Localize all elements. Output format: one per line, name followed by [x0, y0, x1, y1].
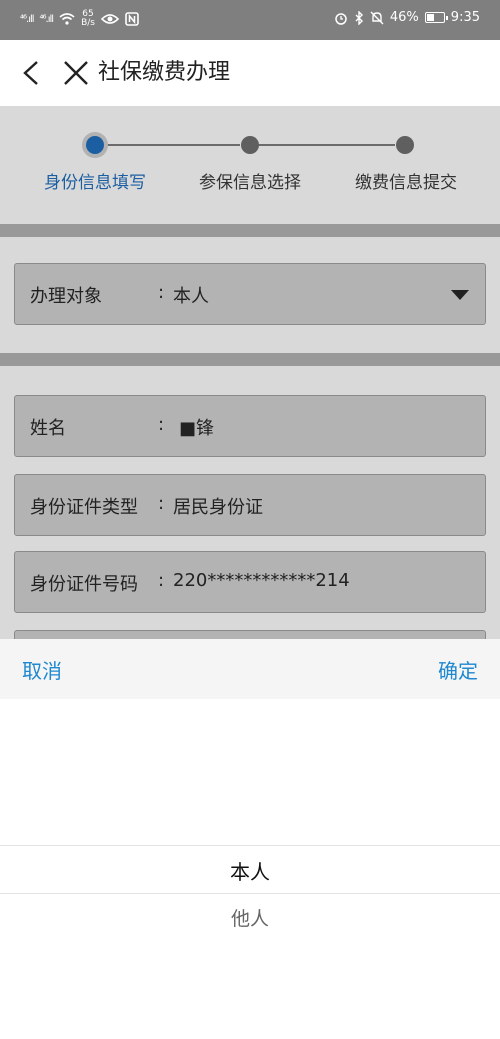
selection-line-top — [0, 845, 500, 846]
colon: : — [158, 570, 165, 591]
cancel-button[interactable]: 取消 — [22, 655, 62, 684]
colon: : — [158, 282, 165, 303]
page-title: 社保缴费办理 — [98, 60, 231, 85]
name-field[interactable]: 姓名 : ■锋 — [14, 395, 486, 457]
confirm-button[interactable]: 确定 — [438, 655, 478, 684]
id-type-field[interactable]: 身份证件类型 : 居民身份证 — [14, 474, 486, 536]
step-connector — [258, 144, 395, 146]
step-dot-1 — [86, 136, 104, 154]
target-label: 办理对象 — [30, 286, 102, 307]
picker-toolbar: 取消 确定 — [0, 639, 500, 699]
picker-option-other[interactable]: 他人 — [0, 904, 500, 931]
mute-bell-icon — [370, 11, 384, 24]
step-progress: 身份信息填写 参保信息选择 缴费信息提交 — [0, 106, 500, 224]
battery-icon — [424, 12, 448, 23]
divider — [0, 224, 500, 237]
signal-icon: ⁴⁶.ıll — [20, 13, 34, 25]
selection-line-bottom — [0, 893, 500, 894]
divider — [0, 353, 500, 366]
wifi-icon — [59, 13, 75, 25]
network-speed: 65 B/s — [81, 9, 95, 28]
step-label-identity: 身份信息填写 — [44, 173, 146, 193]
step-dot-2 — [241, 136, 259, 154]
caret-down-icon — [451, 290, 469, 300]
battery-percent: 46% — [389, 10, 419, 25]
clock: 9:35 — [450, 10, 480, 25]
id-number-label: 身份证件号码 — [30, 574, 138, 595]
next-field-partial[interactable] — [14, 630, 486, 639]
main-content-dimmed: 身份信息填写 参保信息选择 缴费信息提交 办理对象 : 本人 姓名 : ■锋 身… — [0, 106, 500, 639]
name-value: ■锋 — [179, 418, 215, 439]
id-number-field[interactable]: 身份证件号码 : 220************214 — [14, 551, 486, 613]
id-number-value: 220************214 — [173, 570, 350, 591]
target-select[interactable]: 办理对象 : 本人 — [14, 263, 486, 325]
signal-icon-2: ⁴⁶.ıll — [39, 13, 54, 25]
id-type-label: 身份证件类型 — [30, 497, 138, 518]
target-value: 本人 — [173, 286, 209, 307]
step-dot-3 — [396, 136, 414, 154]
eye-icon — [100, 14, 119, 24]
nfc-icon — [125, 12, 139, 26]
back-icon[interactable] — [20, 58, 42, 88]
step-label-insurance: 参保信息选择 — [199, 173, 301, 193]
bluetooth-icon — [355, 10, 363, 25]
step-connector — [103, 144, 240, 146]
close-icon[interactable] — [62, 58, 90, 88]
id-type-value: 居民身份证 — [173, 497, 263, 518]
status-bar: ⁴⁶.ıll ⁴⁶.ıll 65 B/s 46% 9:35 — [0, 0, 500, 40]
picker-option-self[interactable]: 本人 — [0, 856, 500, 885]
name-label: 姓名 — [30, 418, 66, 439]
colon: : — [158, 414, 165, 435]
step-label-payment: 缴费信息提交 — [355, 173, 457, 193]
option-picker[interactable]: 本人 他人 — [0, 699, 500, 1039]
app-header: 社保缴费办理 — [0, 40, 500, 106]
colon: : — [158, 493, 165, 514]
alarm-icon — [335, 12, 347, 25]
